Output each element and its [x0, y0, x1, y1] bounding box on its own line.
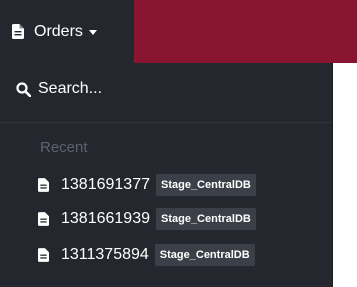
orders-menu-label: Orders	[34, 22, 83, 40]
recent-order-item[interactable]: 1381691377 Stage_CentralDB	[38, 172, 256, 197]
environment-badge: Stage_CentralDB	[155, 207, 256, 230]
search-icon	[16, 81, 32, 97]
recent-order-item[interactable]: 1311375894 Stage_CentralDB	[38, 242, 255, 267]
order-id: 1381691377	[61, 175, 150, 193]
environment-badge: Stage_CentralDB	[155, 173, 256, 196]
order-id: 1311375894	[61, 245, 149, 263]
orders-dropdown-menu: Search... Recent 1381691377 Stage_Centra…	[0, 63, 333, 287]
order-id: 1381661939	[61, 209, 150, 227]
environment-badge: Stage_CentralDB	[154, 243, 255, 266]
menu-divider	[0, 122, 332, 123]
search-label: Search...	[38, 80, 103, 97]
document-icon	[38, 211, 49, 226]
document-icon	[38, 247, 49, 262]
caret-down-icon	[88, 30, 97, 35]
document-icon	[38, 177, 49, 192]
orders-menu-button[interactable]: Orders	[0, 0, 134, 63]
document-icon	[12, 24, 24, 39]
recent-order-item[interactable]: 1381661939 Stage_CentralDB	[38, 206, 256, 231]
recent-heading: Recent	[40, 139, 88, 156]
search-menu-item[interactable]: Search...	[0, 63, 332, 115]
